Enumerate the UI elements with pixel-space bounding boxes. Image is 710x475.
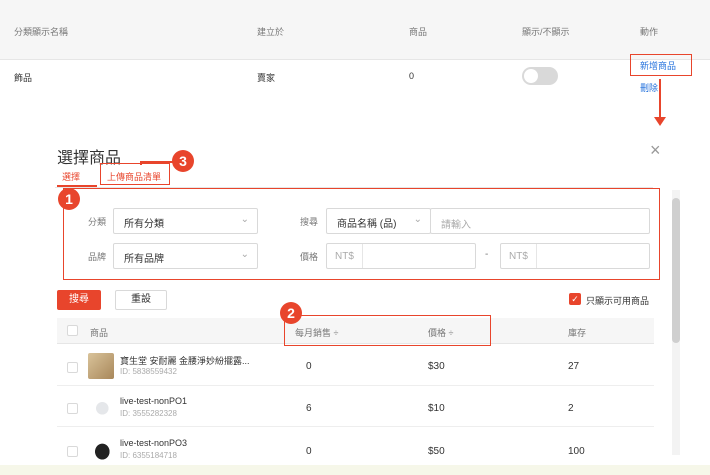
callout-3-line — [140, 161, 175, 163]
product-thumbnail — [88, 353, 114, 379]
search-placeholder: 請輸入 — [441, 220, 471, 231]
delete-link[interactable]: 刪除 — [640, 81, 658, 94]
row-divider — [57, 426, 654, 427]
product-stock: 2 — [568, 403, 574, 414]
scrollbar-thumb[interactable] — [672, 198, 680, 343]
product-sales: 6 — [306, 403, 312, 414]
row-checkbox[interactable] — [67, 362, 78, 373]
tab-upload-list[interactable]: 上傳商品清單 — [107, 170, 161, 183]
col-visibility: 顯示/不顯示 — [522, 27, 570, 37]
col-created-by: 建立於 — [257, 27, 285, 37]
product-sales: 0 — [306, 446, 312, 457]
row-checkbox[interactable] — [67, 403, 78, 414]
col-category-name: 分類顯示名稱 — [14, 27, 69, 37]
product-price: $10 — [428, 403, 445, 414]
category-table-header — [0, 0, 710, 60]
product-name: live-test-nonPO3 — [120, 438, 188, 448]
only-available-label: 只顯示可用商品 — [586, 296, 650, 306]
checkbox-checked-icon[interactable]: ✓ — [569, 293, 581, 305]
price-max-input[interactable]: NT$ — [500, 243, 650, 269]
search-input[interactable]: 請輸入 — [430, 208, 650, 234]
col-products: 商品 — [409, 27, 428, 37]
search-field-value: 商品名稱 (品) — [337, 219, 397, 230]
row-checkbox[interactable] — [67, 446, 78, 457]
price-range-separator: - — [485, 249, 489, 260]
product-thumbnail — [88, 436, 114, 462]
arrow-down-icon — [659, 79, 661, 119]
category-select[interactable]: 所有分類 ⌄ — [113, 208, 258, 234]
reset-button[interactable]: 重設 — [115, 290, 167, 310]
brand-select-value: 所有品牌 — [124, 254, 164, 265]
category-row — [0, 60, 710, 108]
price-min-prefix: NT$ — [327, 244, 363, 268]
visibility-toggle[interactable] — [522, 67, 558, 85]
callout-3-tick — [140, 161, 142, 165]
category-name: 飾品 — [14, 73, 33, 83]
price-min-input[interactable]: NT$ — [326, 243, 476, 269]
price-max-prefix: NT$ — [501, 244, 537, 268]
category-label: 分類 — [88, 217, 107, 227]
price-label: 價格 — [300, 252, 319, 262]
row-divider — [57, 385, 654, 386]
product-price: $30 — [428, 361, 445, 372]
product-id: ID: 6355184718 — [120, 451, 177, 460]
bottom-strip — [0, 465, 710, 475]
tab-select[interactable]: 選擇 — [62, 170, 80, 183]
arrow-head-icon — [654, 117, 666, 126]
product-stock: 27 — [568, 361, 580, 372]
category-product-count: 0 — [409, 71, 415, 81]
search-field-select[interactable]: 商品名稱 (品) ⌄ — [326, 208, 431, 234]
add-product-link[interactable]: 新增商品 — [640, 59, 676, 72]
search-button[interactable]: 搜尋 — [57, 290, 101, 310]
product-price: $50 — [428, 446, 445, 457]
brand-label: 品牌 — [88, 252, 107, 262]
highlight-sort-columns — [284, 315, 491, 346]
brand-select[interactable]: 所有品牌 ⌄ — [113, 243, 258, 269]
select-all-checkbox[interactable] — [67, 325, 78, 336]
close-icon[interactable]: × — [650, 140, 661, 161]
product-id: ID: 3555282328 — [120, 409, 177, 418]
col-actions: 動作 — [640, 27, 659, 37]
product-stock: 100 — [568, 446, 585, 457]
badge-2: 2 — [280, 302, 302, 324]
category-select-value: 所有分類 — [124, 219, 164, 230]
product-sales: 0 — [306, 361, 312, 372]
col-product: 商品 — [90, 328, 109, 338]
badge-3: 3 — [172, 150, 194, 172]
chevron-down-icon: ⌄ — [240, 214, 249, 225]
col-stock: 庫存 — [568, 328, 587, 338]
search-label: 搜尋 — [300, 217, 319, 227]
product-thumbnail — [88, 394, 114, 420]
product-id: ID: 5838559432 — [120, 367, 177, 376]
product-name: 寶生堂 安耐麗 金腰淨妙紛擺露... — [120, 356, 250, 366]
category-created-by: 賣家 — [257, 73, 276, 83]
product-name: live-test-nonPO1 — [120, 396, 188, 406]
chevron-down-icon: ⌄ — [240, 249, 249, 260]
badge-1: 1 — [58, 188, 80, 210]
chevron-down-icon: ⌄ — [413, 214, 422, 225]
